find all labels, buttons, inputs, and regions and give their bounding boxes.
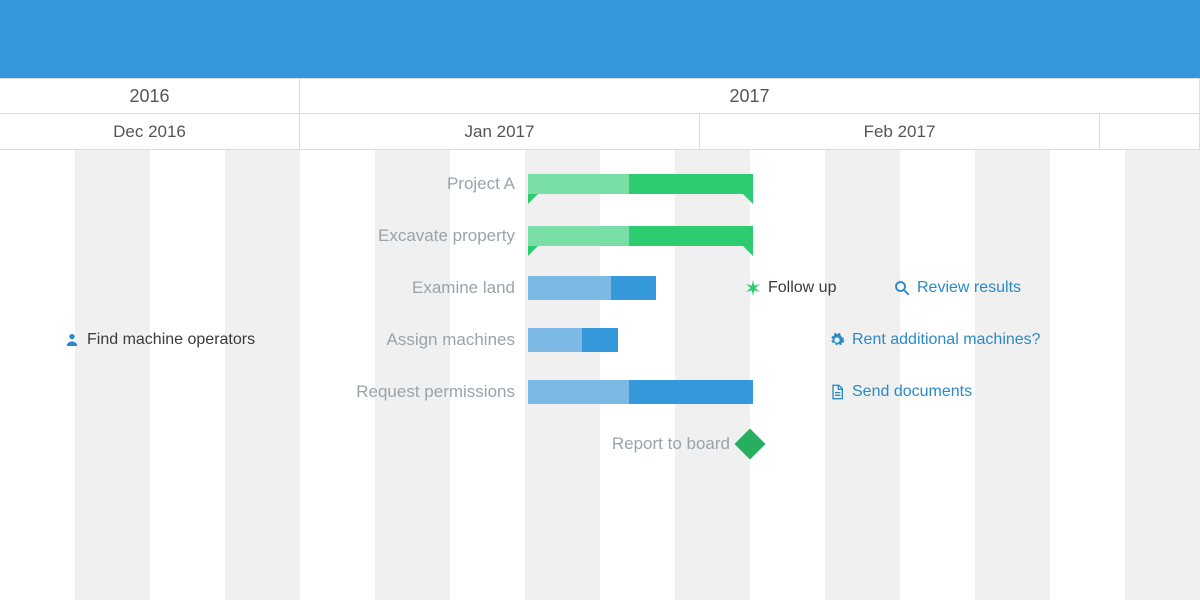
- row-label: Excavate property: [378, 226, 515, 246]
- month-label: Jan 2017: [465, 122, 535, 142]
- search-icon: [893, 279, 911, 297]
- note-text: Rent additional machines?: [852, 331, 1041, 349]
- row-request-permissions[interactable]: Request permissions Send documents: [0, 366, 1200, 418]
- note-review-results[interactable]: Review results: [893, 279, 1021, 297]
- year-label: 2016: [129, 86, 169, 107]
- note-rent-machines[interactable]: Rent additional machines?: [828, 331, 1041, 349]
- task-progress: [528, 276, 611, 300]
- note-send-documents[interactable]: Send documents: [828, 383, 972, 401]
- year-label: 2017: [729, 86, 769, 107]
- note-text: Review results: [917, 279, 1021, 297]
- year-cell-2016: 2016: [0, 79, 300, 113]
- note-text: Follow up: [768, 279, 836, 297]
- row-project-a[interactable]: Project A: [0, 158, 1200, 210]
- user-icon: [63, 331, 81, 349]
- row-examine-land[interactable]: Examine land Follow up Review results: [0, 262, 1200, 314]
- year-cell-2017: 2017: [300, 79, 1200, 113]
- task-progress: [528, 328, 582, 352]
- group-bar[interactable]: [528, 174, 753, 194]
- gear-icon: [828, 331, 846, 349]
- note-text: Find machine operators: [87, 331, 255, 349]
- row-label: Project A: [447, 174, 515, 194]
- month-cell-feb: Feb 2017: [700, 114, 1100, 149]
- gantt-timeline[interactable]: Project A Excavate property Examine land…: [0, 150, 1200, 600]
- note-follow-up[interactable]: Follow up: [744, 279, 836, 297]
- month-label: Dec 2016: [113, 122, 186, 142]
- note-find-operators[interactable]: Find machine operators: [63, 331, 255, 349]
- task-bar[interactable]: [528, 276, 656, 300]
- gantt-rows: Project A Excavate property Examine land…: [0, 158, 1200, 470]
- row-label: Request permissions: [356, 382, 515, 402]
- row-label: Report to board: [612, 434, 730, 454]
- document-icon: [828, 383, 846, 401]
- group-bar[interactable]: [528, 226, 753, 246]
- burst-icon: [744, 279, 762, 297]
- note-text: Send documents: [852, 383, 972, 401]
- group-progress: [528, 174, 629, 194]
- group-progress: [528, 226, 629, 246]
- row-report-to-board[interactable]: Report to board: [0, 418, 1200, 470]
- row-assign-machines[interactable]: Find machine operators Assign machines R…: [0, 314, 1200, 366]
- row-label: Assign machines: [386, 330, 515, 350]
- month-cell-mar-partial: [1100, 114, 1200, 149]
- task-progress: [528, 380, 629, 404]
- top-bar: [0, 0, 1200, 78]
- milestone-diamond[interactable]: [734, 428, 765, 459]
- header-years-row: 2016 2017: [0, 78, 1200, 114]
- header-months-row: Dec 2016 Jan 2017 Feb 2017: [0, 114, 1200, 150]
- row-label: Examine land: [412, 278, 515, 298]
- month-cell-dec: Dec 2016: [0, 114, 300, 149]
- month-label: Feb 2017: [864, 122, 936, 142]
- row-excavate-property[interactable]: Excavate property: [0, 210, 1200, 262]
- month-cell-jan: Jan 2017: [300, 114, 700, 149]
- task-bar[interactable]: [528, 328, 618, 352]
- task-bar[interactable]: [528, 380, 753, 404]
